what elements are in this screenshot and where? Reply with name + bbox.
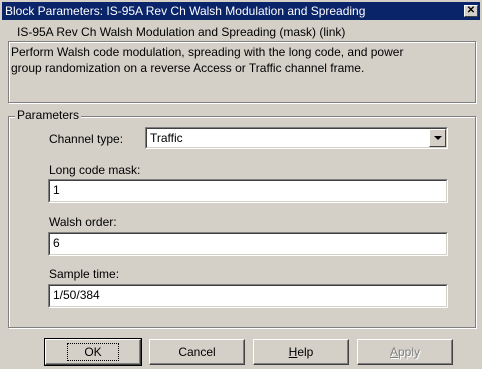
chevron-down-icon: [433, 136, 442, 140]
ok-button[interactable]: OK: [44, 338, 142, 366]
close-button[interactable]: ✕: [464, 5, 478, 17]
long-code-mask-input[interactable]: 1: [48, 179, 448, 203]
long-code-mask-label: Long code mask:: [49, 163, 141, 177]
parameters-group-label: Parameters: [15, 108, 82, 122]
window-title: Block Parameters: IS-95A Rev Ch Walsh Mo…: [5, 4, 366, 18]
cancel-button-label: Cancel: [178, 345, 216, 359]
channel-type-label: Channel type:: [49, 132, 124, 146]
close-icon: ✕: [466, 5, 476, 16]
cancel-button[interactable]: Cancel: [149, 339, 245, 365]
help-button[interactable]: Help: [253, 339, 349, 365]
apply-button[interactable]: Apply: [357, 339, 453, 365]
sample-time-value: 1/50/384: [53, 288, 100, 302]
apply-button-label: Apply: [389, 345, 421, 359]
block-description: Perform Walsh code modulation, spreading…: [11, 45, 404, 75]
walsh-order-label: Walsh order:: [49, 215, 117, 229]
channel-type-value: Traffic: [150, 131, 183, 145]
walsh-order-input[interactable]: 6: [48, 232, 448, 256]
sample-time-label: Sample time:: [49, 267, 120, 281]
mask-group-label: IS-95A Rev Ch Walsh Modulation and Sprea…: [15, 25, 348, 39]
title-bar[interactable]: Block Parameters: IS-95A Rev Ch Walsh Mo…: [2, 2, 480, 20]
dropdown-button[interactable]: [429, 129, 446, 147]
channel-type-select[interactable]: Traffic: [145, 127, 448, 149]
sample-time-input[interactable]: 1/50/384: [48, 284, 448, 308]
help-button-label: Help: [288, 345, 314, 359]
walsh-order-value: 6: [53, 236, 60, 250]
ok-button-label: OK: [67, 343, 119, 361]
long-code-mask-value: 1: [53, 183, 60, 197]
